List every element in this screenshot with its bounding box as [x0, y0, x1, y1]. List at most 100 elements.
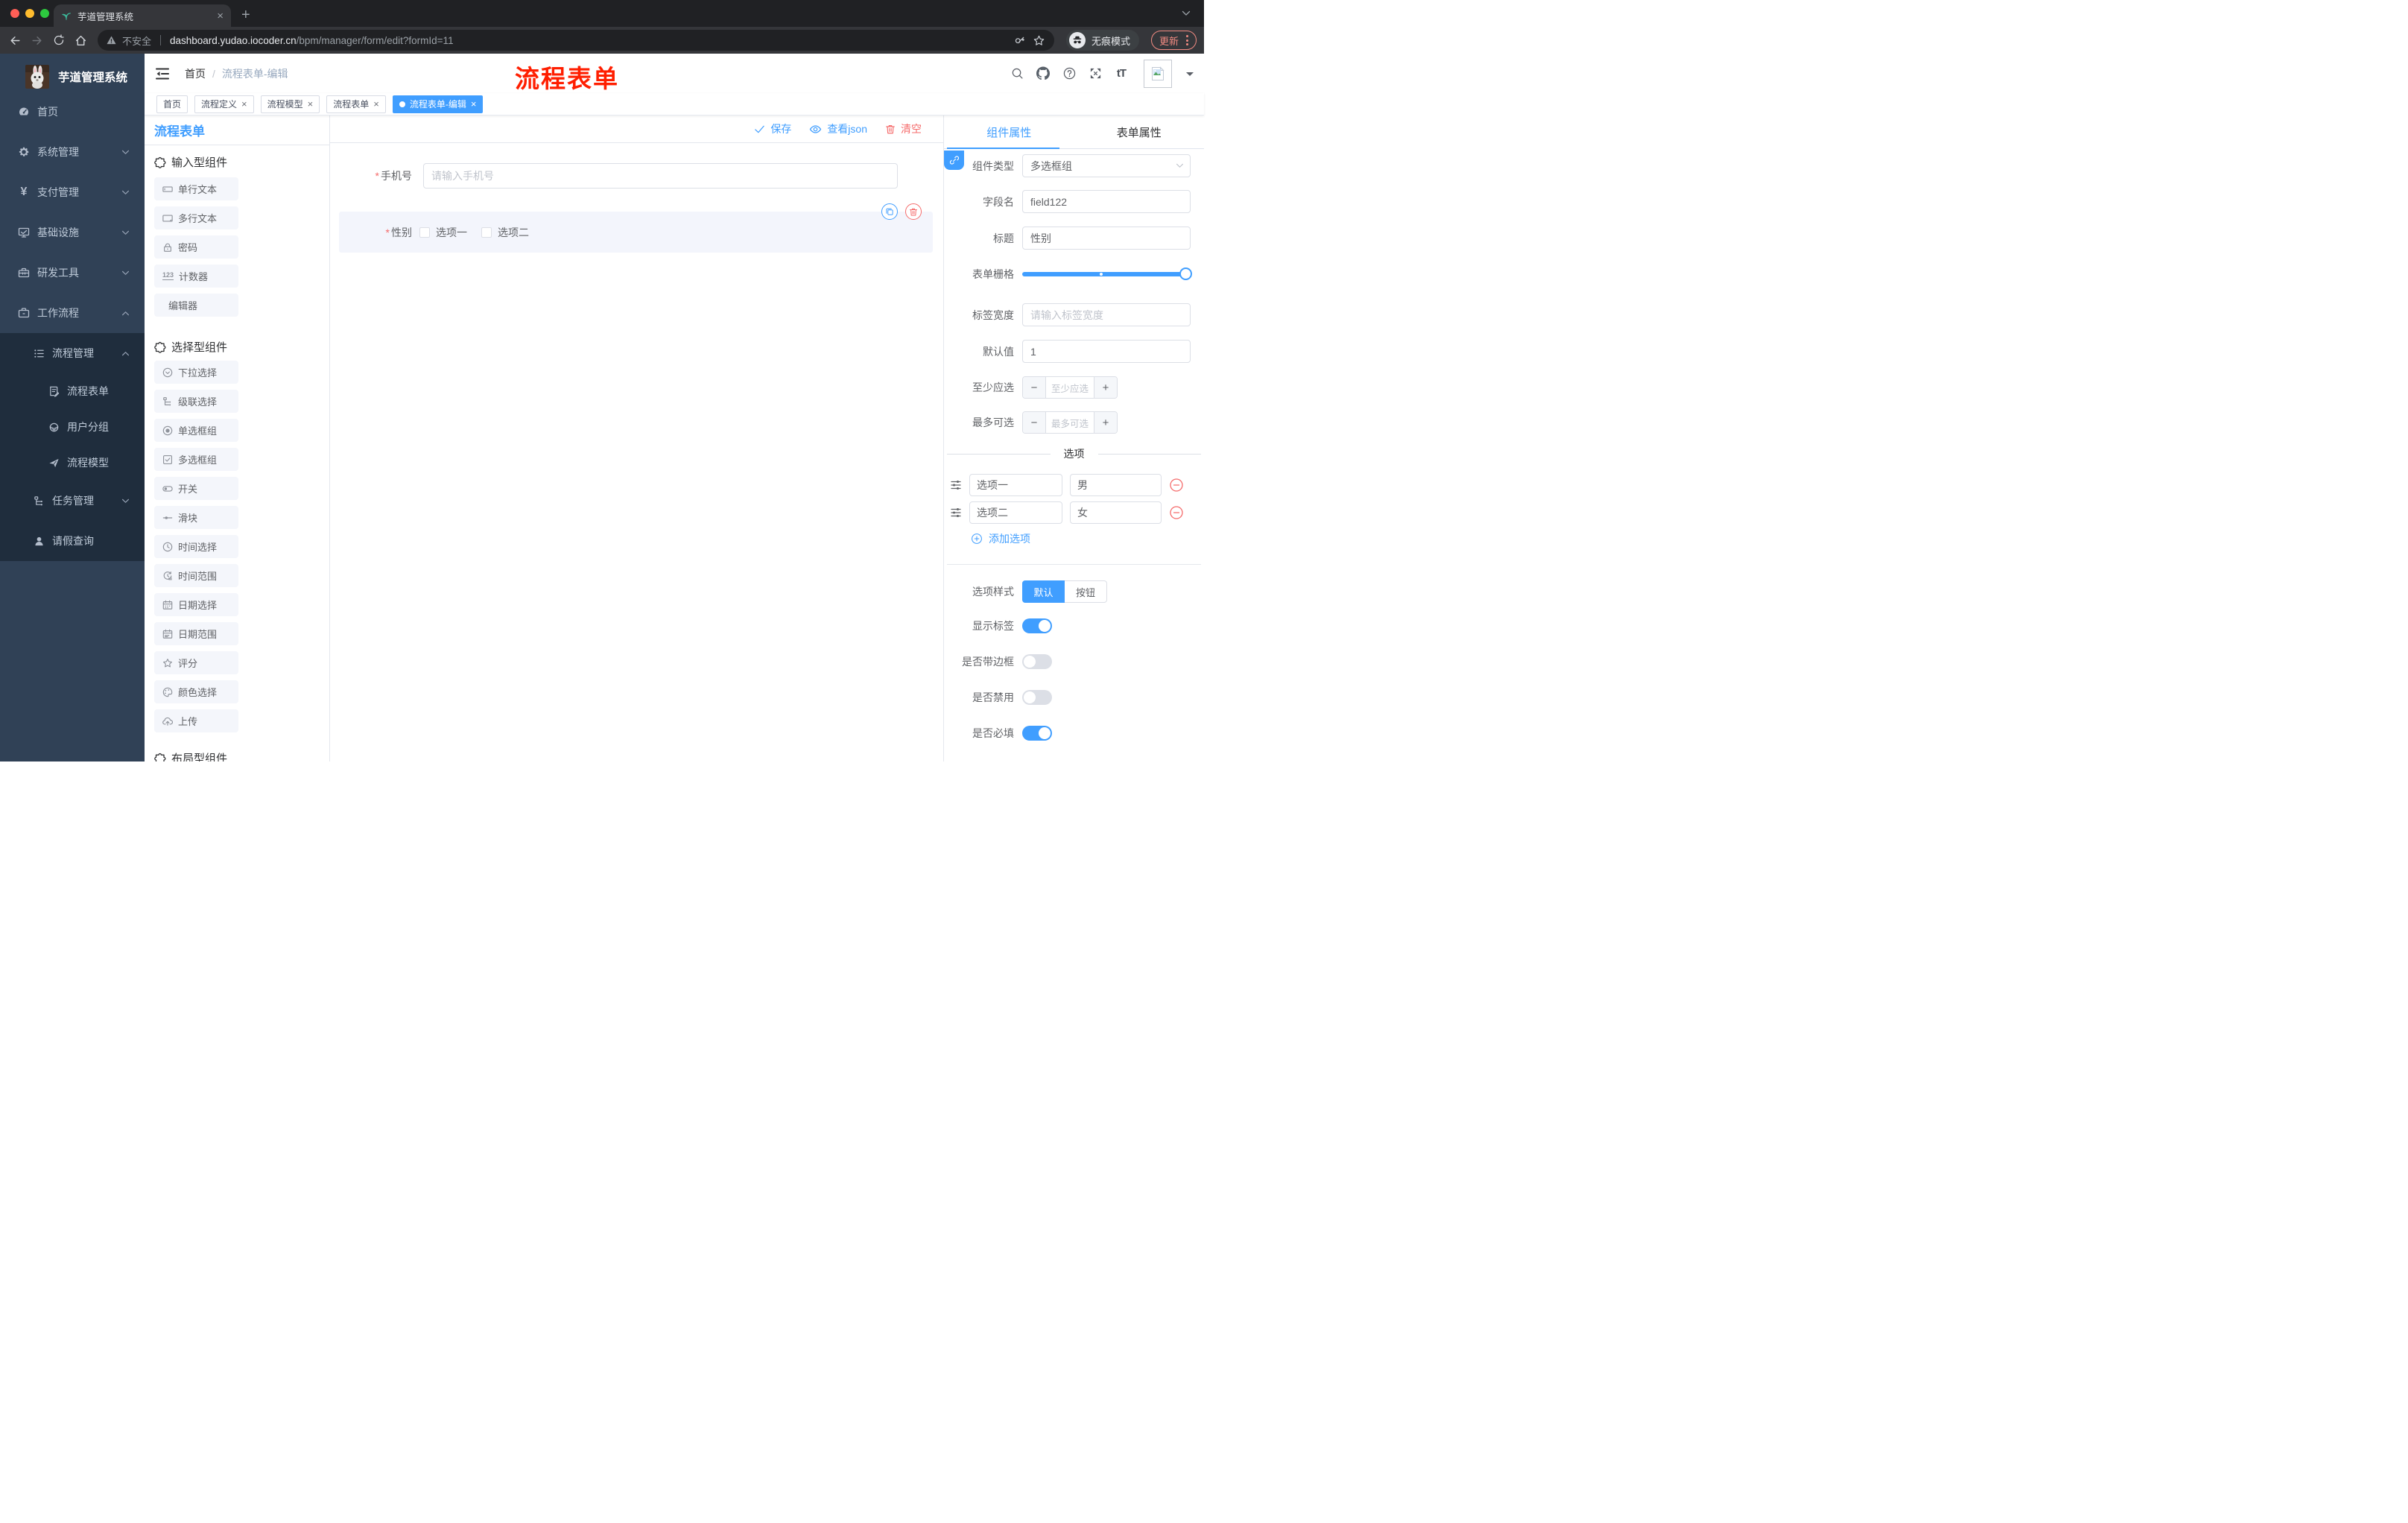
- font-size-icon[interactable]: tT: [1115, 67, 1128, 80]
- sidebar-item-process-model[interactable]: 流程模型: [0, 445, 145, 481]
- forward-button[interactable]: [29, 32, 45, 48]
- sidebar-item-workflow[interactable]: 工作流程: [0, 293, 145, 333]
- tag-home[interactable]: 首页: [156, 95, 188, 113]
- drag-sort-icon[interactable]: [950, 507, 962, 519]
- stepper-value[interactable]: 至少应选: [1046, 377, 1094, 398]
- component-tile-date-range[interactable]: 日期范围: [154, 622, 238, 645]
- clear-button[interactable]: 清空: [885, 121, 922, 136]
- component-type-select[interactable]: [1022, 154, 1191, 177]
- component-tile-select[interactable]: 下拉选择: [154, 361, 238, 384]
- tag-close-icon[interactable]: ×: [308, 98, 314, 110]
- url-bar[interactable]: 不安全 dashboard.yudao.iocoder.cn/bpm/manag…: [97, 30, 1054, 51]
- label-width-input[interactable]: [1022, 303, 1191, 326]
- stepper-decrease-button[interactable]: −: [1023, 377, 1046, 398]
- data-binding-handle[interactable]: [944, 151, 964, 170]
- gender-option-2[interactable]: 选项二: [481, 225, 529, 240]
- sidebar-item-user-group[interactable]: 用户分组: [0, 409, 145, 445]
- remove-option-icon[interactable]: [1169, 505, 1184, 520]
- sidebar-item-home[interactable]: 首页: [0, 92, 145, 132]
- component-tile-password[interactable]: 密码: [154, 235, 238, 259]
- component-tile-editor[interactable]: 编辑器: [154, 294, 238, 317]
- component-tile-single-text[interactable]: 单行文本: [154, 177, 238, 200]
- sidebar-item-leave-query[interactable]: 请假查询: [0, 521, 145, 561]
- tag-close-icon[interactable]: ×: [373, 98, 379, 110]
- gender-option-1[interactable]: 选项一: [419, 225, 467, 240]
- option-label-input[interactable]: [969, 474, 1062, 496]
- title-input[interactable]: [1022, 227, 1191, 250]
- option-value-input[interactable]: [1070, 501, 1162, 524]
- component-tile-upload[interactable]: 上传: [154, 709, 238, 732]
- github-icon[interactable]: [1036, 66, 1050, 80]
- help-icon[interactable]: [1062, 67, 1076, 80]
- home-button[interactable]: [73, 32, 89, 48]
- fullscreen-icon[interactable]: [1089, 67, 1102, 80]
- tag-close-icon[interactable]: ×: [241, 98, 247, 110]
- component-tile-time-picker[interactable]: 时间选择: [154, 535, 238, 558]
- sidebar-item-process-mgmt[interactable]: 流程管理: [0, 333, 145, 373]
- stepper-increase-button[interactable]: +: [1094, 377, 1117, 398]
- canvas-field-gender-selected[interactable]: * 性别 选项一 选项二: [339, 203, 933, 253]
- component-tile-time-range[interactable]: 时间范围: [154, 564, 238, 587]
- checkbox-icon[interactable]: [419, 227, 430, 238]
- url-path[interactable]: /bpm/manager/form/edit?formId=11: [297, 35, 454, 46]
- tag-process-form[interactable]: 流程表单 ×: [326, 95, 386, 113]
- drag-sort-icon[interactable]: [950, 479, 962, 491]
- segment-default[interactable]: 默认: [1022, 580, 1065, 603]
- avatar-caret-icon[interactable]: [1186, 72, 1194, 80]
- field-name-input[interactable]: [1022, 190, 1191, 213]
- slider-handle[interactable]: [1179, 267, 1192, 280]
- maximize-window-button[interactable]: [40, 9, 49, 18]
- option-label-input[interactable]: [969, 501, 1062, 524]
- component-tile-date-picker[interactable]: 日期选择: [154, 593, 238, 616]
- tag-process-form-edit[interactable]: 流程表单-编辑 ×: [392, 95, 484, 113]
- show-label-switch[interactable]: [1022, 618, 1052, 633]
- checkbox-icon[interactable]: [481, 227, 492, 238]
- sidebar-item-task-mgmt[interactable]: 任务管理: [0, 481, 145, 521]
- sidebar-item-infrastructure[interactable]: 基础设施: [0, 212, 145, 253]
- component-tile-counter[interactable]: 123 计数器: [154, 265, 238, 288]
- component-tile-textarea[interactable]: 多行文本: [154, 206, 238, 229]
- sidebar-item-devtools[interactable]: 研发工具: [0, 253, 145, 293]
- reload-button[interactable]: [51, 32, 66, 48]
- tab-search-chevron-icon[interactable]: [1182, 10, 1191, 16]
- bookmark-star-icon[interactable]: [1033, 34, 1045, 47]
- not-secure-warning-icon[interactable]: [107, 36, 116, 45]
- sidebar-item-process-form[interactable]: 流程表单: [0, 373, 145, 409]
- delete-component-button[interactable]: [905, 203, 922, 220]
- tag-process-model[interactable]: 流程模型 ×: [260, 95, 320, 113]
- slider-track[interactable]: [1022, 267, 1192, 280]
- stepper-decrease-button[interactable]: −: [1023, 412, 1046, 433]
- password-key-icon[interactable]: [1014, 34, 1027, 47]
- breadcrumb-home[interactable]: 首页: [185, 66, 206, 81]
- component-tile-color-picker[interactable]: 颜色选择: [154, 680, 238, 703]
- border-switch[interactable]: [1022, 654, 1052, 669]
- disabled-switch[interactable]: [1022, 690, 1052, 705]
- save-button[interactable]: 保存: [754, 121, 791, 136]
- close-window-button[interactable]: [10, 9, 19, 18]
- component-tile-rate[interactable]: 评分: [154, 651, 238, 674]
- view-json-button[interactable]: 查看json: [809, 121, 867, 136]
- component-tile-radio-group[interactable]: 单选框组: [154, 419, 238, 442]
- duplicate-component-button[interactable]: [881, 203, 898, 220]
- tag-process-definition[interactable]: 流程定义 ×: [194, 95, 254, 113]
- option-value-input[interactable]: [1070, 474, 1162, 496]
- sidebar-item-system[interactable]: 系统管理: [0, 132, 145, 172]
- stepper-increase-button[interactable]: +: [1094, 412, 1117, 433]
- new-tab-button[interactable]: +: [241, 7, 250, 22]
- browser-tab[interactable]: 芋道管理系统 ×: [54, 4, 231, 27]
- not-secure-label[interactable]: 不安全: [122, 34, 151, 48]
- canvas-field-phone[interactable]: * 手机号: [339, 163, 943, 189]
- sidebar-logo[interactable]: 芋道管理系统: [0, 54, 145, 92]
- remove-option-icon[interactable]: [1169, 478, 1184, 493]
- avatar[interactable]: [1144, 59, 1172, 88]
- tab-close-icon[interactable]: ×: [217, 10, 224, 22]
- component-tile-cascader[interactable]: 级联选择: [154, 390, 238, 413]
- url-domain[interactable]: dashboard.yudao.iocoder.cn: [170, 35, 297, 46]
- search-icon[interactable]: [1010, 67, 1024, 80]
- browser-update-button[interactable]: 更新: [1150, 31, 1197, 50]
- phone-input[interactable]: [423, 163, 898, 189]
- add-option-button[interactable]: 添加选项: [971, 531, 1204, 546]
- tab-form-props[interactable]: 表单属性: [1074, 115, 1205, 148]
- tag-close-icon[interactable]: ×: [471, 98, 477, 110]
- window-controls[interactable]: [10, 9, 49, 18]
